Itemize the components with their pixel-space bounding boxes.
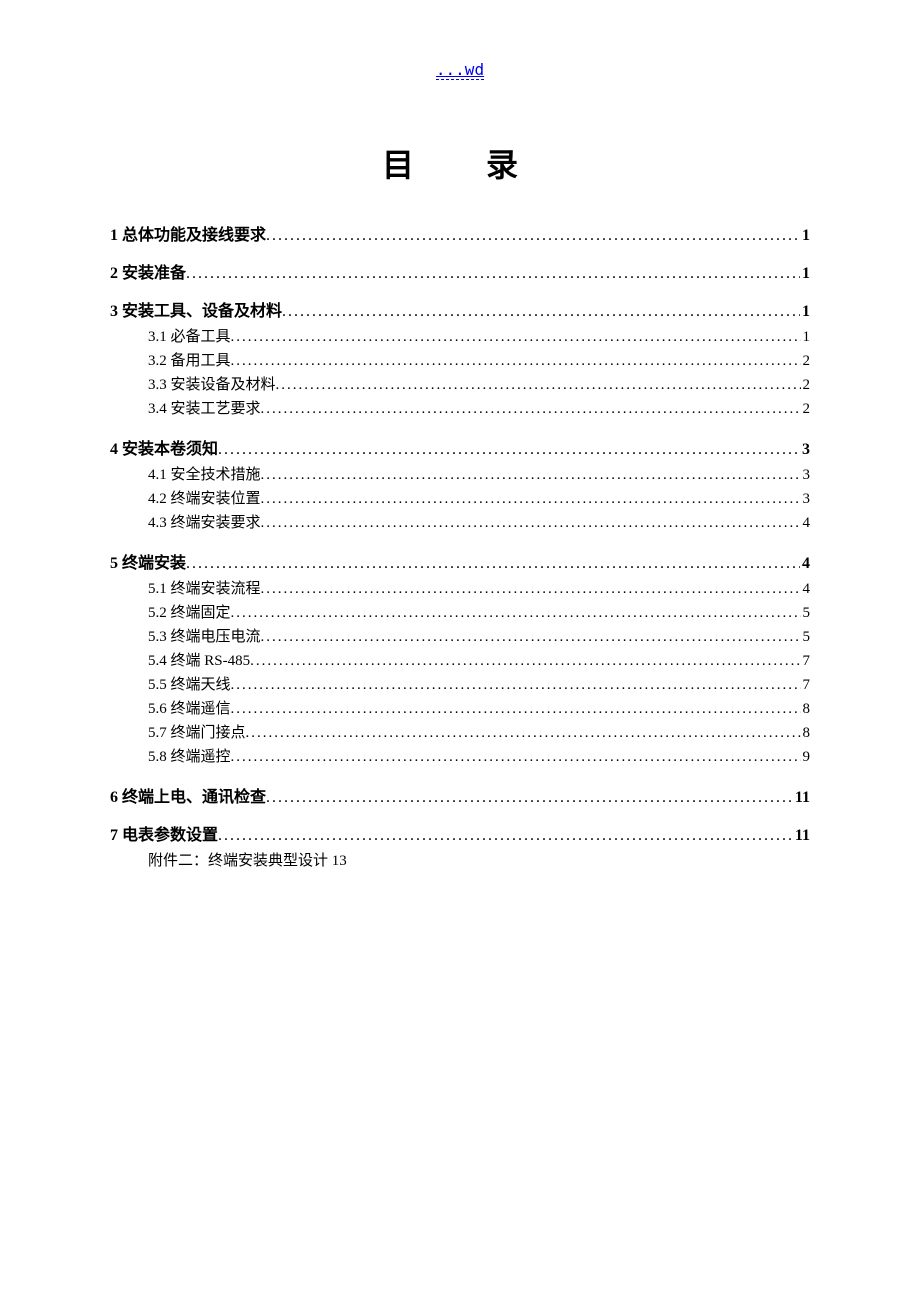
toc-label: 5 终端安装 [110,549,186,573]
toc-page: 5 [801,601,811,625]
toc-label: 3.4 安装工艺要求 [148,397,261,421]
header-link-container: ...wd [110,60,810,80]
toc-page: 9 [801,745,811,769]
toc-dots [186,265,800,283]
toc-entry[interactable]: 4.3 终端安装要求 4 [110,511,810,535]
toc-label: 5.6 终端遥信 [148,697,231,721]
toc-page: 8 [801,697,811,721]
toc-label: 4.3 终端安装要求 [148,511,261,535]
toc-entry[interactable]: 3.4 安装工艺要求 2 [110,397,810,421]
toc-dots [231,745,801,769]
toc-label: 6 终端上电、通讯检查 [110,783,266,807]
toc-title: 目 录 [110,140,810,186]
toc-dots [261,487,801,511]
toc-page: 5 [801,625,811,649]
toc-dots [231,349,801,373]
toc-dots [261,577,801,601]
toc-page: 11 [793,789,810,807]
toc-page: 3 [801,487,811,511]
toc-label: 3.1 必备工具 [148,325,231,349]
toc-entry[interactable]: 4.2 终端安装位置 3 [110,487,810,511]
toc-label: 4 安装本卷须知 [110,435,218,459]
toc-dots [231,601,801,625]
toc-page: 8 [801,721,811,745]
toc-dots [266,789,793,807]
toc-entry[interactable]: 2 安装准备 1 [110,259,810,283]
toc-dots [231,673,801,697]
toc-page: 1 [800,265,810,283]
toc-page: 1 [800,303,810,321]
toc-entry[interactable]: 5.2 终端固定 5 [110,601,810,625]
toc-page: 3 [800,441,810,459]
toc-label: 4.1 安全技术措施 [148,463,261,487]
toc-entry[interactable]: 3 安装工具、设备及材料 1 [110,297,810,321]
toc-page: 4 [801,511,811,535]
toc-page: 1 [801,325,811,349]
toc-dots [261,397,801,421]
toc-label: 1 总体功能及接线要求 [110,221,266,245]
toc-entry[interactable]: 5 终端安装 4 [110,549,810,573]
toc-page: 2 [801,349,811,373]
toc-entry[interactable]: 5.5 终端天线 7 [110,673,810,697]
toc-dots [218,441,800,459]
toc-page: 2 [801,373,811,397]
toc-page: 7 [801,673,811,697]
toc-label: 5.2 终端固定 [148,601,231,625]
toc-dots [231,697,801,721]
toc-label: 5.8 终端遥控 [148,745,231,769]
toc-dots [246,721,801,745]
toc-entry[interactable]: 1 总体功能及接线要求 1 [110,221,810,245]
appendix-entry: 附件二：终端安装典型设计 13 [110,849,810,870]
toc-dots [261,463,801,487]
toc-dots [250,649,800,673]
toc-page: 7 [801,649,811,673]
toc-label: 5.4 终端 RS-485 [148,649,250,673]
toc-label: 5.5 终端天线 [148,673,231,697]
toc-entry[interactable]: 3.1 必备工具 1 [110,325,810,349]
appendix-label: 附件二：终端安装典型设计 [148,853,328,869]
toc-dots [276,373,801,397]
toc-dots [231,325,801,349]
toc-label: 4.2 终端安装位置 [148,487,261,511]
toc-dots [261,625,801,649]
toc-dots [186,555,800,573]
toc-dots [218,827,793,845]
toc-label: 2 安装准备 [110,259,186,283]
toc-dots [261,511,801,535]
toc-entry[interactable]: 4.1 安全技术措施 3 [110,463,810,487]
toc-page: 3 [801,463,811,487]
toc-label: 5.7 终端门接点 [148,721,246,745]
toc-entry[interactable]: 5.3 终端电压电流 5 [110,625,810,649]
toc-entry[interactable]: 5.6 终端遥信 8 [110,697,810,721]
toc-label: 3.3 安装设备及材料 [148,373,276,397]
appendix-page: 13 [332,853,347,869]
toc-page: 4 [801,577,811,601]
toc-entry[interactable]: 3.3 安装设备及材料 2 [110,373,810,397]
toc-page: 2 [801,397,811,421]
toc-dots [282,303,800,321]
toc-dots [266,227,800,245]
toc-page: 4 [800,555,810,573]
toc-entry[interactable]: 4 安装本卷须知 3 [110,435,810,459]
toc-page: 1 [800,227,810,245]
toc-entry[interactable]: 3.2 备用工具 2 [110,349,810,373]
toc-label: 5.3 终端电压电流 [148,625,261,649]
toc-entry[interactable]: 5.1 终端安装流程 4 [110,577,810,601]
toc-entry[interactable]: 7 电表参数设置 11 [110,821,810,845]
toc-page: 11 [793,827,810,845]
header-link[interactable]: ...wd [436,60,484,80]
toc-label: 5.1 终端安装流程 [148,577,261,601]
toc-entry[interactable]: 6 终端上电、通讯检查 11 [110,783,810,807]
toc-container: 1 总体功能及接线要求12 安装准备13 安装工具、设备及材料13.1 必备工具… [110,221,810,845]
toc-label: 7 电表参数设置 [110,821,218,845]
toc-entry[interactable]: 5.7 终端门接点 8 [110,721,810,745]
toc-label: 3.2 备用工具 [148,349,231,373]
toc-entry[interactable]: 5.8 终端遥控 9 [110,745,810,769]
toc-label: 3 安装工具、设备及材料 [110,297,282,321]
toc-entry[interactable]: 5.4 终端 RS-485 7 [110,649,810,673]
